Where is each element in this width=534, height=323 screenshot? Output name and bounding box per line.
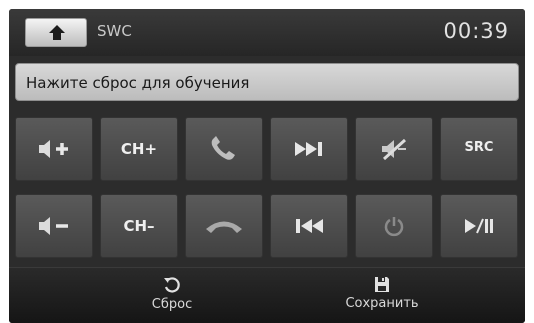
phone-answer-icon — [211, 136, 235, 160]
phone-hangup-key[interactable] — [185, 194, 263, 258]
save-button[interactable]: Сохранить — [327, 276, 437, 322]
channel-down-key[interactable]: CH– — [100, 194, 178, 258]
power-key[interactable] — [355, 194, 433, 258]
clock: 00:39 — [443, 19, 509, 43]
previous-track-icon — [296, 219, 323, 233]
save-label: Сохранить — [345, 296, 419, 311]
swc-panel: SWC 00:39 Нажите сброс для обучения CH+ — [9, 9, 525, 323]
channel-up-key[interactable]: CH+ — [100, 117, 178, 181]
phone-answer-key[interactable] — [185, 117, 263, 181]
home-icon — [49, 25, 65, 40]
play-pause-icon — [465, 218, 493, 234]
phone-hangup-icon — [206, 221, 242, 233]
volume-up-icon — [39, 140, 68, 158]
volume-up-key[interactable] — [15, 117, 93, 181]
next-track-key[interactable] — [270, 117, 348, 181]
top-bar: SWC 00:39 — [9, 9, 525, 56]
channel-up-label: CH+ — [120, 140, 158, 158]
reset-button[interactable]: Сброс — [117, 276, 227, 322]
reset-label: Сброс — [151, 297, 193, 312]
volume-down-icon — [39, 217, 68, 235]
mute-icon — [382, 138, 407, 160]
source-label: SRC — [464, 140, 494, 155]
swc-screen: SWC 00:39 Нажите сброс для обучения CH+ — [0, 0, 534, 323]
instruction-banner: Нажите сброс для обучения — [15, 63, 519, 101]
instruction-text: Нажите сброс для обучения — [26, 74, 250, 92]
previous-track-key[interactable] — [270, 194, 348, 258]
volume-down-key[interactable] — [15, 194, 93, 258]
home-button[interactable] — [25, 18, 87, 47]
save-icon — [375, 277, 389, 292]
power-icon — [384, 217, 404, 237]
next-track-icon — [295, 142, 322, 156]
reset-icon — [164, 277, 180, 293]
channel-down-label: CH– — [123, 217, 155, 235]
page-title: SWC — [97, 22, 132, 40]
bottom-bar: Сброс Сохранить — [9, 267, 525, 323]
mute-key[interactable] — [355, 117, 433, 181]
source-key[interactable]: SRC — [440, 117, 518, 181]
play-pause-key[interactable] — [440, 194, 518, 258]
